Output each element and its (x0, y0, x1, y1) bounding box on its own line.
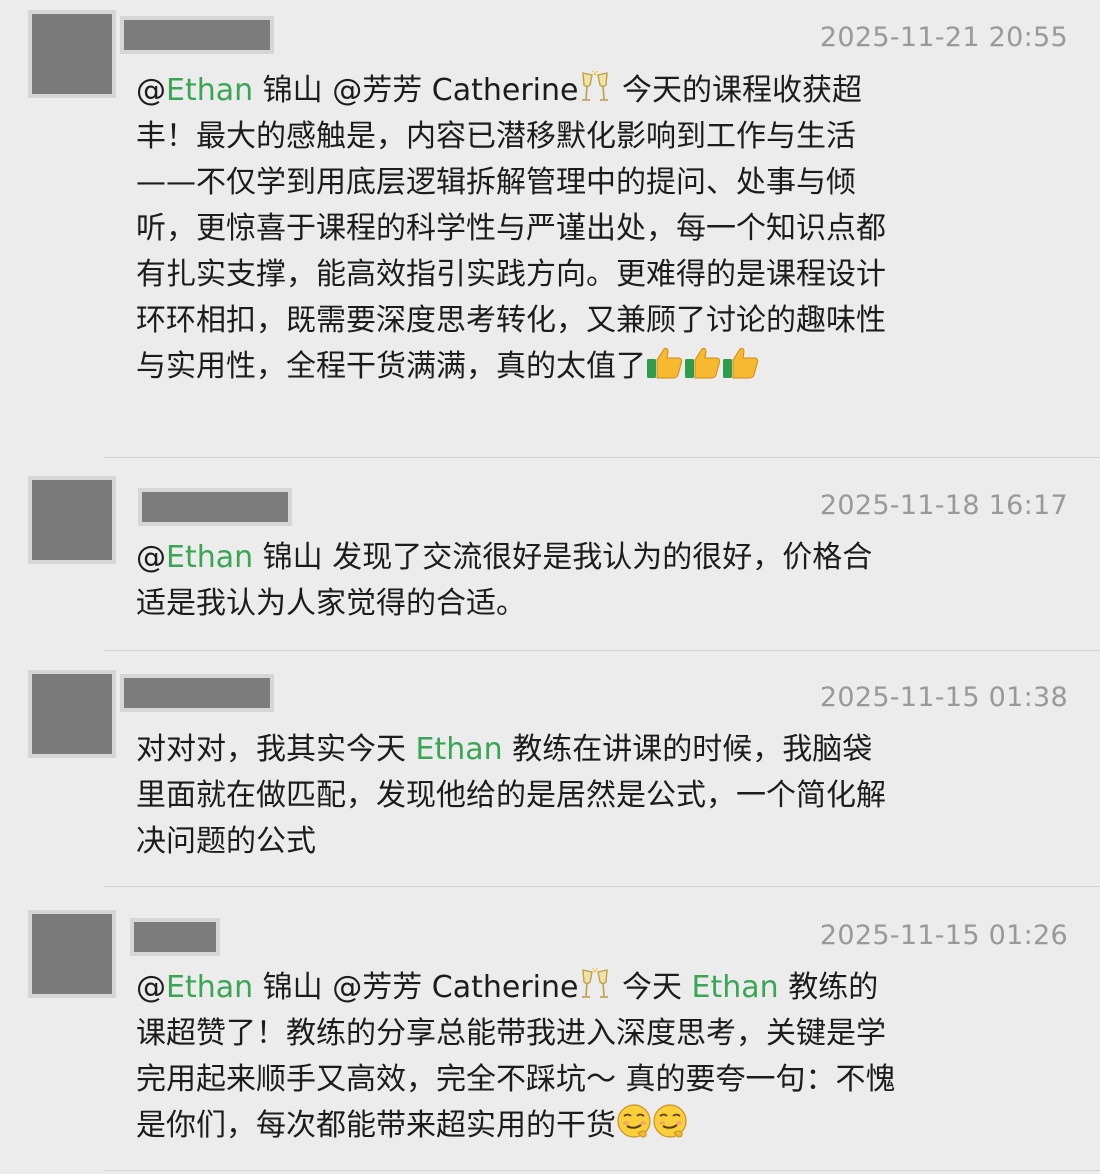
comment-text-segment: @ (136, 540, 166, 575)
username-redacted[interactable] (120, 674, 274, 712)
mention-link[interactable]: Ethan (166, 73, 253, 108)
divider (104, 1170, 1100, 1171)
thumbs-up-icon (646, 346, 684, 380)
comment-text: @Ethan 锦山 @芳芳 Catherine 今天 Ethan 教练的课超赞了… (136, 965, 896, 1149)
comment-text-segment: @ (136, 73, 166, 108)
comment-timestamp: 2025-11-21 20:55 (819, 22, 1068, 53)
comment-feed: 2025-11-21 20:55 @Ethan 锦山 @芳芳 Catherine… (0, 0, 1100, 1174)
comment-timestamp: 2025-11-15 01:26 (819, 920, 1068, 951)
comment-text-segment: 锦山 @芳芳 Catherine (253, 73, 579, 108)
avatar[interactable] (28, 670, 116, 758)
avatar[interactable] (28, 910, 116, 998)
mention-link[interactable]: Ethan (692, 970, 779, 1005)
comment-text-segment: 今天 (612, 970, 692, 1005)
comment-text: @Ethan 锦山 @芳芳 Catherine 今天的课程收获超丰！最大的感触是… (136, 68, 896, 390)
thumbs-up-icon (684, 346, 722, 380)
comment-text-segment: 锦山 @芳芳 Catherine (253, 970, 579, 1005)
avatar[interactable] (28, 476, 116, 564)
divider (104, 650, 1100, 651)
smug-face-icon (652, 1103, 688, 1139)
mention-link[interactable]: Ethan (416, 732, 503, 767)
username-redacted[interactable] (138, 488, 292, 526)
mention-link[interactable]: Ethan (166, 970, 253, 1005)
clinking-glasses-icon (578, 967, 612, 1001)
mention-link[interactable]: Ethan (166, 540, 253, 575)
comment-text-segment: 今天的课程收获超丰！最大的感触是，内容已潜移默化影响到工作与生活——不仅学到用底… (136, 73, 886, 384)
avatar[interactable] (28, 10, 116, 98)
divider (104, 457, 1100, 458)
comment-timestamp: 2025-11-18 16:17 (819, 490, 1068, 521)
comment-timestamp: 2025-11-15 01:38 (819, 682, 1068, 713)
clinking-glasses-icon (578, 70, 612, 104)
smug-face-icon (616, 1103, 652, 1139)
comment-text-segment: @ (136, 970, 166, 1005)
comment-text: @Ethan 锦山 发现了交流很好是我认为的很好，价格合适是我认为人家觉得的合适… (136, 535, 896, 627)
divider (104, 886, 1100, 887)
username-redacted[interactable] (130, 918, 220, 956)
comment-text: 对对对，我其实今天 Ethan 教练在讲课的时候，我脑袋里面就在做匹配，发现他给… (136, 727, 896, 865)
comment-text-segment: 对对对，我其实今天 (136, 732, 416, 767)
username-redacted[interactable] (120, 16, 274, 54)
thumbs-up-icon (722, 346, 760, 380)
